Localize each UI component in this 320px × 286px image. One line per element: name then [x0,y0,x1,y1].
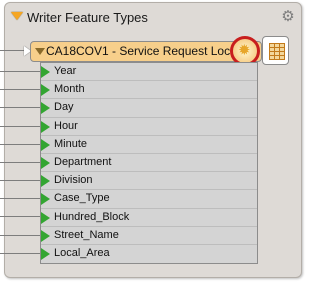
attribute-port-icon[interactable] [41,247,50,260]
attribute-row[interactable]: Day [41,99,257,118]
panel-title: Writer Feature Types [27,10,148,25]
attribute-row[interactable]: Street_Name [41,227,257,245]
connection-line [0,180,40,181]
attribute-row[interactable]: Local_Area [41,245,257,263]
attribute-label: Local_Area [54,246,110,259]
connection-line [0,253,40,254]
attribute-label: Case_Type [54,192,110,205]
connection-line [0,198,40,199]
connection-line [0,50,24,51]
connection-line [0,89,40,90]
connection-line [0,144,40,145]
attribute-label: Street_Name [54,228,119,241]
collapse-triangle-icon[interactable] [11,12,23,20]
gear-icon: ✹ [238,42,251,59]
attribute-label: Day [54,101,74,114]
connection-line [0,107,40,108]
attribute-row[interactable]: Hour [41,118,257,136]
attribute-label: Minute [54,137,88,150]
attribute-port-icon[interactable] [41,120,50,133]
attribute-row[interactable]: Minute [41,136,257,154]
table-view-button[interactable] [262,36,289,65]
attribute-label: Month [54,83,85,96]
connection-line [0,162,40,163]
table-icon [269,43,285,60]
attribute-label: Hundred_Block [54,210,130,223]
feature-type-header[interactable]: CA18COV1 - Service Request Loca [30,41,262,62]
attribute-port-icon[interactable] [41,175,50,188]
attribute-port-icon[interactable] [41,156,50,169]
attribute-port-icon[interactable] [41,193,50,206]
panel-header: Writer Feature Types ⚙ [5,3,301,31]
attribute-label: Department [54,155,112,168]
connection-line [0,126,40,127]
connection-line [0,71,40,72]
attribute-list: Year Month Day Hour Minute Department Di… [40,62,258,265]
attribute-row[interactable]: Year [41,63,257,82]
attribute-label: Hour [54,119,78,132]
attribute-row[interactable]: Case_Type [41,190,257,209]
attribute-row[interactable]: Division [41,172,257,191]
feature-type-title: CA18COV1 - Service Request Loca [46,44,237,58]
connection-line [0,216,40,217]
attribute-label: Division [54,174,93,187]
attribute-port-icon[interactable] [41,84,50,97]
attribute-row[interactable]: Hundred_Block [41,209,257,227]
attribute-port-icon[interactable] [41,211,50,224]
attribute-port-icon[interactable] [41,229,50,242]
attribute-port-icon[interactable] [41,102,50,115]
attribute-label: Year [54,65,77,77]
attribute-port-icon[interactable] [41,138,50,151]
connection-line [0,235,40,236]
attribute-row[interactable]: Month [41,81,257,100]
collapse-triangle-icon[interactable] [35,48,45,55]
attribute-port-icon[interactable] [41,66,50,78]
gear-icon[interactable]: ⚙ [280,9,296,25]
attribute-row[interactable]: Department [41,154,257,173]
